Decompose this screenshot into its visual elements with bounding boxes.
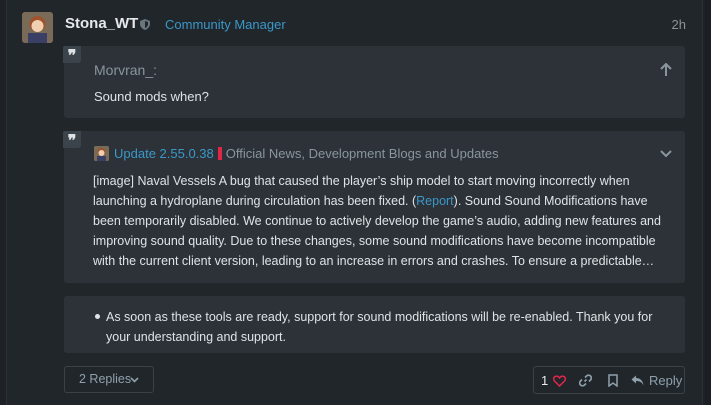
quote-icon: ❞: [63, 46, 81, 65]
post-actions: 1 Reply: [533, 366, 685, 394]
like-count[interactable]: 1: [541, 373, 548, 388]
user-title: Community Manager: [165, 17, 286, 32]
quote-icon: ❞: [63, 131, 81, 150]
replies-label: 2 Replies: [79, 372, 132, 386]
bookmark-icon[interactable]: [608, 374, 618, 387]
quote-topic-header: Update 2.55.0.38 Official News, Developme…: [94, 146, 499, 161]
heart-icon[interactable]: [553, 375, 566, 387]
quote-body: [image] Naval Vessels A bug that caused …: [93, 171, 673, 271]
replies-button[interactable]: 2 Replies: [64, 366, 154, 393]
quote-text: Sound mods when?: [94, 89, 209, 104]
link-icon[interactable]: [579, 374, 592, 387]
topic-avatar: [94, 146, 109, 161]
reply-button[interactable]: Reply: [649, 373, 682, 388]
reply-icon[interactable]: [631, 375, 644, 386]
post-time[interactable]: 2h: [672, 17, 686, 32]
shield-icon: [140, 19, 150, 30]
category-name[interactable]: Official News, Development Blogs and Upd…: [226, 146, 499, 161]
post: Stona_WT Community Manager 2h ❞ Morvran_…: [6, 0, 703, 405]
scrollbar[interactable]: [705, 0, 711, 405]
report-link[interactable]: Report: [416, 194, 454, 208]
author-name[interactable]: Stona_WT: [65, 15, 138, 32]
chevron-down-icon[interactable]: [660, 150, 672, 158]
arrow-up-icon[interactable]: [660, 63, 672, 77]
category-badge: [217, 147, 222, 160]
quote-update: ❞ Update 2.55.0.38 Official News, Develop…: [63, 131, 685, 283]
chevron-down-icon: [130, 377, 139, 383]
topic-link[interactable]: Update 2.55.0.38: [114, 146, 214, 161]
quote-morvran: ❞ Morvran_: Sound mods when?: [63, 46, 685, 118]
avatar[interactable]: [22, 12, 53, 43]
bullet-item: As soon as these tools are ready, suppor…: [106, 310, 653, 344]
quote-username: Morvran_:: [94, 62, 158, 78]
bullet-dot: [95, 314, 100, 319]
quote-bullet-block: As soon as these tools are ready, suppor…: [64, 296, 685, 353]
